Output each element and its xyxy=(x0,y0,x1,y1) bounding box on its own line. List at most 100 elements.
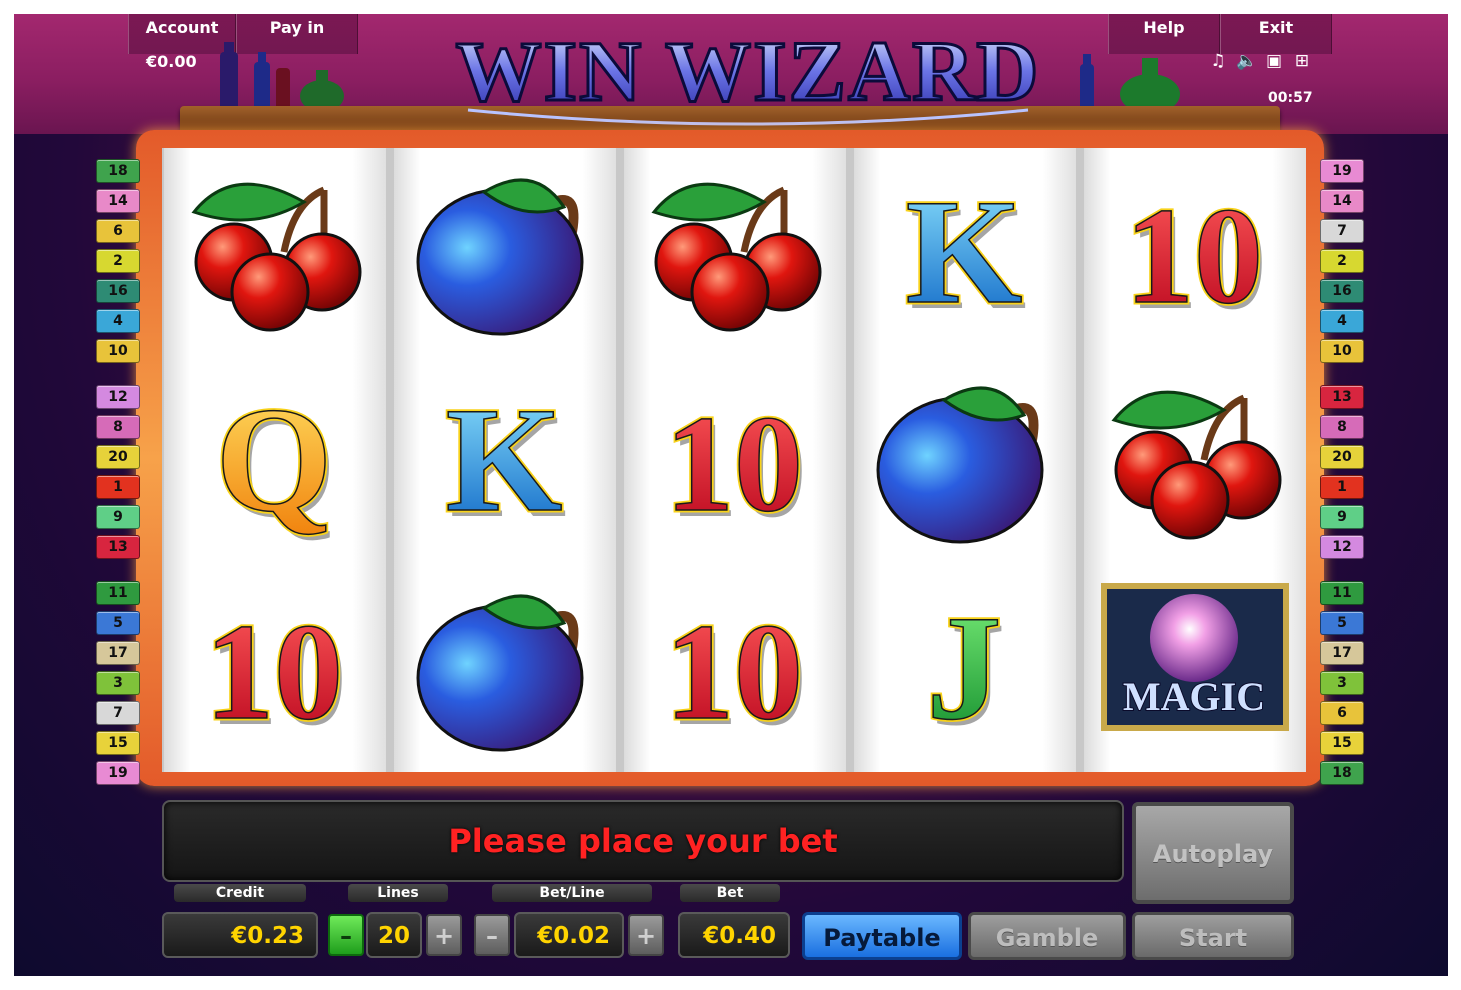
svg-text:K: K xyxy=(446,377,563,543)
message-panel: Please place your bet xyxy=(162,800,1124,882)
settings-icon[interactable]: ⊞ xyxy=(1292,51,1312,71)
payline-tag[interactable]: 11 xyxy=(1320,581,1364,605)
payline-tag[interactable]: 14 xyxy=(96,189,140,213)
payline-tag[interactable]: 18 xyxy=(1320,761,1364,785)
payline-tag[interactable]: 2 xyxy=(1320,249,1364,273)
payline-tag[interactable]: 19 xyxy=(1320,159,1364,183)
payline-tag[interactable]: 12 xyxy=(1320,535,1364,559)
reel-2: KKK xyxy=(394,148,616,772)
bottles-left-decoration xyxy=(220,42,344,112)
lines-plus-button[interactable]: + xyxy=(426,914,462,956)
payline-tag[interactable]: 20 xyxy=(96,445,140,469)
payline-tag[interactable]: 10 xyxy=(1320,339,1364,363)
credit-label: Credit xyxy=(174,884,306,902)
payline-tag[interactable]: 9 xyxy=(1320,505,1364,529)
payline-tag[interactable]: 7 xyxy=(96,701,140,725)
symbol-K: KKK xyxy=(854,148,1076,356)
payline-tag[interactable]: 4 xyxy=(96,309,140,333)
payline-tag[interactable]: 11 xyxy=(96,581,140,605)
lines-label: Lines xyxy=(348,884,448,902)
payline-tag[interactable]: 8 xyxy=(96,415,140,439)
payline-tag[interactable]: 13 xyxy=(1320,385,1364,409)
gamble-button[interactable]: Gamble xyxy=(968,912,1126,960)
symbol-magic: MAGIC xyxy=(1084,564,1306,772)
payline-tag[interactable]: 1 xyxy=(96,475,140,499)
symbol-Q: QQQ xyxy=(164,356,386,564)
payline-tag[interactable]: 16 xyxy=(96,279,140,303)
svg-text:10: 10 xyxy=(1125,179,1263,332)
svg-text:10: 10 xyxy=(205,595,343,748)
payline-tag[interactable]: 3 xyxy=(96,671,140,695)
betline-label: Bet/Line xyxy=(492,884,652,902)
autoplay-button[interactable]: Autoplay xyxy=(1132,802,1294,904)
svg-text:Q: Q xyxy=(216,377,333,543)
payline-tag[interactable]: 16 xyxy=(1320,279,1364,303)
payline-tag[interactable]: 15 xyxy=(96,731,140,755)
balance-display: €0.00 xyxy=(146,52,197,71)
magic-label: MAGIC xyxy=(1123,674,1265,719)
payline-tag[interactable]: 17 xyxy=(1320,641,1364,665)
bottles-right-decoration xyxy=(1080,54,1180,114)
symbol-cherry xyxy=(164,148,386,356)
payline-tag[interactable]: 3 xyxy=(1320,671,1364,695)
betline-value: €0.02 xyxy=(514,912,624,958)
payline-tag[interactable]: 6 xyxy=(96,219,140,243)
payline-tag[interactable]: 18 xyxy=(96,159,140,183)
reel-3: 10 10 10 10 10 10 xyxy=(624,148,846,772)
payline-tag[interactable]: 19 xyxy=(96,761,140,785)
symbol-plum xyxy=(854,356,1076,564)
payline-tag[interactable]: 6 xyxy=(1320,701,1364,725)
bet-value: €0.40 xyxy=(678,912,790,958)
svg-text:10: 10 xyxy=(665,387,803,540)
payline-tag[interactable]: 9 xyxy=(96,505,140,529)
payline-tag[interactable]: 13 xyxy=(96,535,140,559)
symbol-cherry xyxy=(1084,356,1306,564)
lines-value: 20 xyxy=(366,912,422,958)
symbol-10: 10 10 10 xyxy=(1084,148,1306,356)
symbol-plum xyxy=(394,564,616,772)
reel-4: KKK JJJ xyxy=(854,148,1076,772)
bet-label: Bet xyxy=(680,884,780,902)
message-text: Please place your bet xyxy=(448,822,838,860)
fullscreen-icon[interactable]: ▣ xyxy=(1264,51,1284,71)
exit-button[interactable]: Exit xyxy=(1220,14,1332,54)
betline-minus-button[interactable]: – xyxy=(474,914,510,956)
betline-plus-button[interactable]: + xyxy=(628,914,664,956)
payline-tag[interactable]: 5 xyxy=(96,611,140,635)
clock: 00:57 xyxy=(1268,90,1313,106)
svg-text:J: J xyxy=(927,585,1002,751)
payline-tag[interactable]: 1 xyxy=(1320,475,1364,499)
symbol-cherry xyxy=(624,148,846,356)
symbol-10: 10 10 10 xyxy=(164,564,386,772)
payline-tag[interactable]: 20 xyxy=(1320,445,1364,469)
payline-tag[interactable]: 14 xyxy=(1320,189,1364,213)
payline-tag[interactable]: 5 xyxy=(1320,611,1364,635)
reel-1: QQQ 10 10 10 xyxy=(164,148,386,772)
payline-tag[interactable]: 17 xyxy=(96,641,140,665)
payline-tag[interactable]: 8 xyxy=(1320,415,1364,439)
svg-text:10: 10 xyxy=(665,595,803,748)
exit-label: Exit xyxy=(1258,18,1294,37)
payline-tag[interactable]: 10 xyxy=(96,339,140,363)
payline-tag[interactable]: 4 xyxy=(1320,309,1364,333)
game-window: Account Pay in €0.00 Help Exit ♫ 🔈 ▣ ⊞ 0… xyxy=(14,14,1448,976)
svg-text:K: K xyxy=(906,169,1023,335)
symbol-10: 10 10 10 xyxy=(624,356,846,564)
paytable-button[interactable]: Paytable xyxy=(802,912,962,960)
symbol-plum xyxy=(394,148,616,356)
speaker-icon[interactable]: 🔈 xyxy=(1236,51,1257,71)
logo-text: WIN WIZARD xyxy=(456,23,1041,119)
account-label: Account xyxy=(145,18,219,37)
reels-area: QQQ 10 10 10 KKK 10 10 10 10 10 10 K K K… xyxy=(162,148,1306,772)
payline-tag[interactable]: 12 xyxy=(96,385,140,409)
credit-value: €0.23 xyxy=(162,912,318,958)
symbol-J: JJJ xyxy=(854,564,1076,772)
lines-minus-button[interactable]: – xyxy=(328,914,364,956)
payline-tag[interactable]: 7 xyxy=(1320,219,1364,243)
symbol-K: KKK xyxy=(394,356,616,564)
payline-tag[interactable]: 15 xyxy=(1320,731,1364,755)
symbol-10: 10 10 10 xyxy=(624,564,846,772)
start-button[interactable]: Start xyxy=(1132,912,1294,960)
reel-5: 10 10 10 MAGIC xyxy=(1084,148,1306,772)
payline-tag[interactable]: 2 xyxy=(96,249,140,273)
